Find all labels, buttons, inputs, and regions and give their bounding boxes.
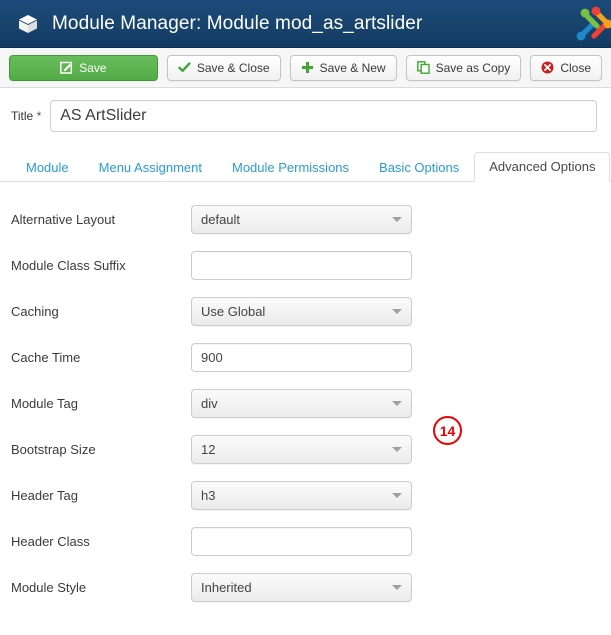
required-marker: * bbox=[36, 109, 42, 123]
label-caching: Caching bbox=[11, 303, 59, 319]
select-alternative-layout[interactable]: default bbox=[191, 204, 412, 234]
chevron-down-icon bbox=[392, 401, 402, 406]
advanced-options-form: Alternative Layout default Module Class … bbox=[0, 182, 611, 610]
form-row-cache-time: Cache Time 900 bbox=[0, 334, 611, 380]
label-bootstrap-size: Bootstrap Size bbox=[11, 441, 96, 457]
pencil-square-icon bbox=[60, 61, 73, 74]
save-as-copy-button-label: Save as Copy bbox=[435, 60, 511, 75]
label-cache-time: Cache Time bbox=[11, 349, 81, 365]
form-row-header-tag: Header Tag h3 bbox=[0, 472, 611, 518]
input-cache-time[interactable]: 900 bbox=[191, 342, 412, 372]
input-module-class-suffix[interactable] bbox=[191, 250, 412, 280]
save-and-close-button-label: Save & Close bbox=[196, 60, 270, 75]
chevron-down-icon bbox=[392, 585, 402, 590]
save-button[interactable]: Save bbox=[9, 54, 158, 81]
annotation-badge-14: 14 bbox=[433, 416, 462, 445]
label-module-tag: Module Tag bbox=[11, 395, 78, 411]
tab-module[interactable]: Module bbox=[11, 153, 84, 182]
label-alternative-layout: Alternative Layout bbox=[11, 211, 116, 227]
select-module-tag-value: div bbox=[201, 395, 218, 411]
form-row-caching: Caching Use Global bbox=[0, 288, 611, 334]
save-and-new-button[interactable]: Save & New bbox=[289, 54, 397, 81]
title-field-row: Title * bbox=[0, 88, 611, 132]
select-header-tag-value: h3 bbox=[201, 487, 216, 503]
chevron-down-icon bbox=[392, 447, 402, 452]
save-button-label: Save bbox=[79, 60, 107, 75]
chevron-down-icon bbox=[392, 217, 402, 222]
app-header: Module Manager: Module mod_as_artslider bbox=[0, 0, 611, 48]
save-as-copy-button[interactable]: Save as Copy bbox=[405, 54, 522, 81]
tab-bar: Module Menu Assignment Module Permission… bbox=[0, 150, 611, 182]
select-module-tag[interactable]: div bbox=[191, 388, 412, 418]
form-row-bootstrap-size: Bootstrap Size 12 bbox=[0, 426, 611, 472]
form-row-module-class-suffix: Module Class Suffix bbox=[0, 242, 611, 288]
joomla-logo bbox=[572, 2, 611, 46]
form-row-module-tag: Module Tag div bbox=[0, 380, 611, 426]
input-header-class[interactable] bbox=[191, 526, 412, 556]
select-caching-value: Use Global bbox=[201, 303, 266, 319]
cube-icon bbox=[17, 13, 39, 35]
form-row-header-class: Header Class bbox=[0, 518, 611, 564]
label-header-tag: Header Tag bbox=[11, 487, 78, 503]
tab-advanced-options[interactable]: Advanced Options bbox=[474, 152, 611, 182]
select-module-style[interactable]: Inherited bbox=[191, 572, 412, 602]
tab-basic-options[interactable]: Basic Options bbox=[364, 153, 474, 182]
tab-menu-assignment[interactable]: Menu Assignment bbox=[84, 153, 217, 182]
label-module-class-suffix: Module Class Suffix bbox=[11, 257, 126, 273]
select-caching[interactable]: Use Global bbox=[191, 296, 412, 326]
select-module-style-value: Inherited bbox=[201, 579, 252, 595]
select-alternative-layout-value: default bbox=[201, 211, 241, 227]
select-bootstrap-size[interactable]: 12 bbox=[191, 434, 412, 464]
save-and-close-button[interactable]: Save & Close bbox=[166, 54, 281, 81]
plus-icon bbox=[301, 61, 314, 74]
select-header-tag[interactable]: h3 bbox=[191, 480, 412, 510]
copy-icon bbox=[416, 61, 430, 74]
input-cache-time-value: 900 bbox=[201, 349, 223, 365]
title-input[interactable] bbox=[50, 100, 597, 132]
title-field-label: Title * bbox=[11, 109, 42, 123]
select-bootstrap-size-value: 12 bbox=[201, 441, 216, 457]
checkmark-icon bbox=[178, 61, 191, 74]
toolbar: Save Save & Close Save & New Save as Cop… bbox=[0, 48, 611, 88]
close-button[interactable]: Close bbox=[530, 54, 602, 81]
form-row-alternative-layout: Alternative Layout default bbox=[0, 196, 611, 242]
label-header-class: Header Class bbox=[11, 533, 90, 549]
form-row-module-style: Module Style Inherited bbox=[0, 564, 611, 610]
tab-module-permissions[interactable]: Module Permissions bbox=[217, 153, 364, 182]
close-circle-icon bbox=[541, 61, 554, 74]
label-module-style: Module Style bbox=[11, 579, 87, 595]
chevron-down-icon bbox=[392, 309, 402, 314]
page-title: Module Manager: Module mod_as_artslider bbox=[52, 12, 423, 34]
close-button-label: Close bbox=[560, 60, 591, 75]
chevron-down-icon bbox=[392, 493, 402, 498]
save-and-new-button-label: Save & New bbox=[319, 60, 386, 75]
